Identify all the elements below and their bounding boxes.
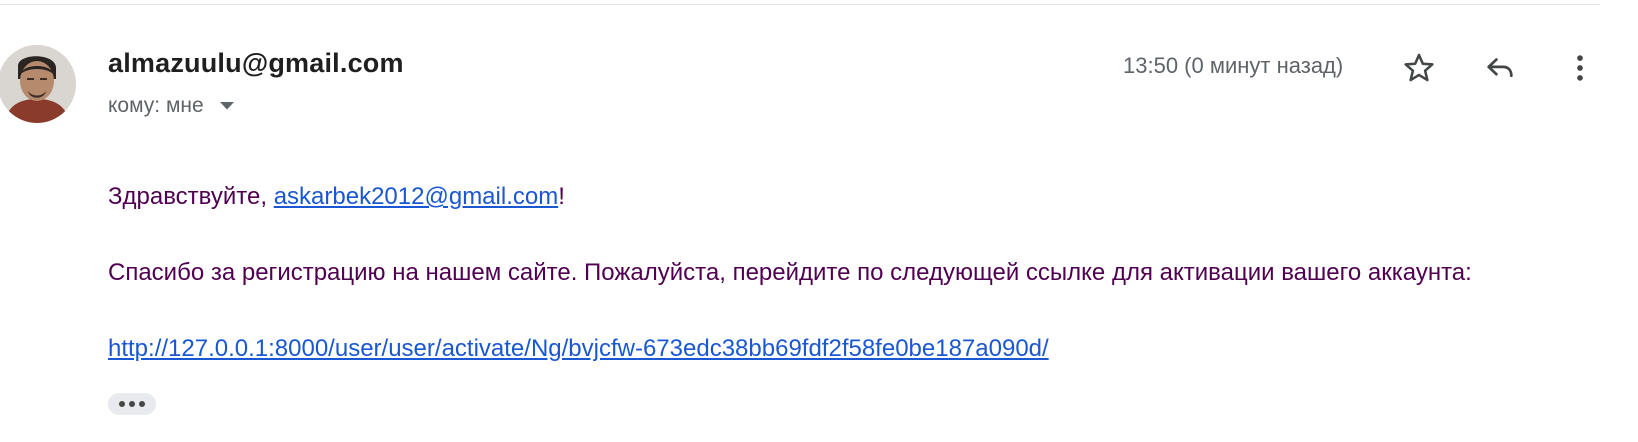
- avatar-image: [0, 45, 76, 123]
- top-divider: [0, 4, 1600, 5]
- avatar[interactable]: [0, 45, 76, 123]
- recipient-row: кому: мне: [108, 94, 236, 118]
- star-icon: [1404, 53, 1434, 82]
- activation-link[interactable]: http://127.0.0.1:8000/user/user/activate…: [108, 335, 1049, 362]
- recipient-label: кому: мне: [108, 94, 204, 117]
- more-horiz-icon: [119, 401, 145, 407]
- chevron-down-icon[interactable]: [218, 97, 236, 115]
- greeting-line: Здравствуйте, askarbek2012@gmail.com!: [108, 183, 565, 211]
- reply-button[interactable]: [1478, 46, 1522, 90]
- message-timestamp: 13:50 (0 минут назад): [1123, 53, 1344, 78]
- message-text: Спасибо за регистрацию на нашем сайте. П…: [108, 259, 1472, 286]
- reply-icon: [1487, 58, 1513, 78]
- sender-email[interactable]: almazuulu@gmail.com: [108, 48, 404, 79]
- activation-link-line: http://127.0.0.1:8000/user/user/activate…: [108, 335, 1049, 363]
- more-vert-icon: [1577, 55, 1583, 81]
- greeting-suffix: !: [558, 183, 565, 210]
- greeting-email-link[interactable]: askarbek2012@gmail.com: [274, 183, 559, 210]
- star-button[interactable]: [1397, 46, 1441, 90]
- email-message-view: almazuulu@gmail.com кому: мне 13:50 (0 м…: [0, 0, 1638, 442]
- greeting-prefix: Здравствуйте,: [108, 183, 274, 210]
- show-trimmed-content-button[interactable]: [108, 393, 156, 415]
- more-options-button[interactable]: [1558, 46, 1602, 90]
